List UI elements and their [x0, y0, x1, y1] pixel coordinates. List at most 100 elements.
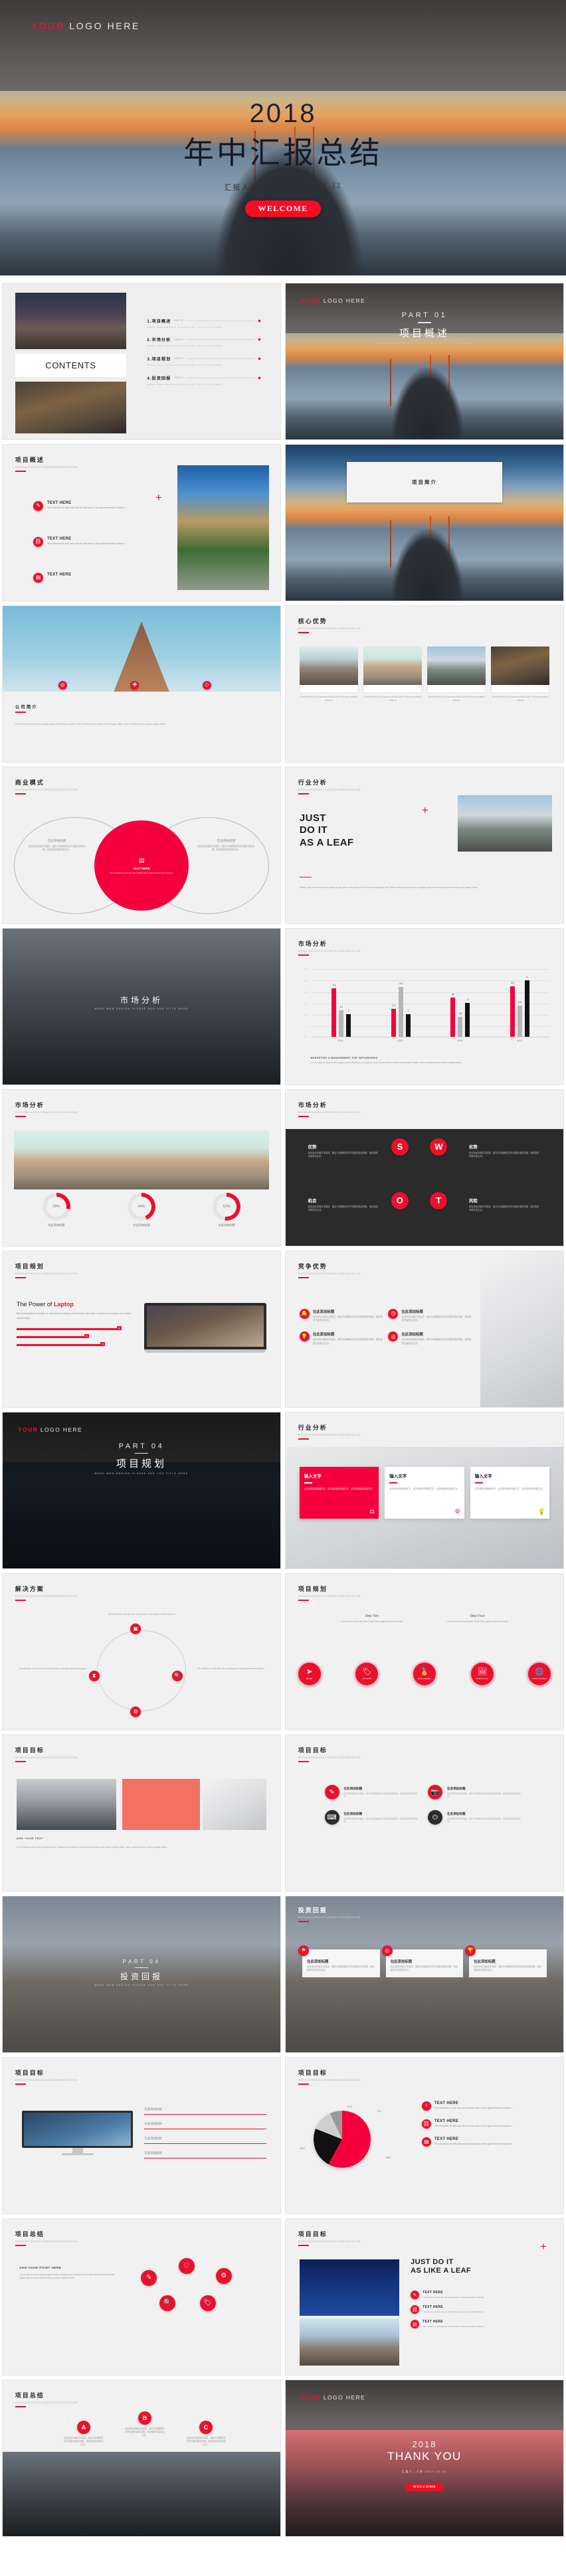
monitor-item[interactable]: 在此添加标题 — [144, 2122, 267, 2130]
road-card[interactable]: ◎ 在此添加标题 此处添加详细文本描述，建议与标题相关并符合整体语言风格，语言描… — [381, 1945, 464, 1978]
donut-item[interactable]: 52% 在此添加标题 — [213, 1193, 241, 1227]
monitor-item[interactable]: 在此添加标题 — [144, 2137, 267, 2145]
leaf-photo — [299, 2259, 400, 2316]
slide-overview-list[interactable]: 项目概述 MENGWENDESIGNMENGWENDESIGN + ✎ TEXT… — [3, 445, 280, 601]
balloon-icon[interactable]: ⚙ — [215, 2267, 232, 2284]
slide-icon-circles[interactable]: 项目目标 MENGWENDESIGNMENGWENDESIGN ✎ 在此添加标题… — [286, 1735, 563, 1891]
road-card[interactable]: ⚑ 在此添加标题 此处添加详细文本描述，建议与标题相关并符合整体语言风格，语言描… — [298, 1945, 380, 1978]
gear-icon[interactable]: ⚙ — [130, 1706, 142, 1717]
slide-photo-cards[interactable]: 核心优势 MENGWENDESIGNMENGWENDESIGN The inte… — [286, 606, 563, 762]
contents-item-1[interactable]: 1.项目概述 PART 01 ◆ MENG WEN DESIGN PLEASE … — [147, 318, 260, 329]
swot-circle-o[interactable]: O — [391, 1191, 409, 1209]
balloon-icon[interactable]: ♡ — [178, 2258, 195, 2275]
slide-photo-text[interactable]: 项目目标 MENGWENDESIGNMENGWENDESIGN ADD YOUR… — [3, 1735, 280, 1891]
swot-circle-s[interactable]: S — [391, 1138, 409, 1156]
slide-pyramid[interactable]: ◎ ✚ ◇ 公司简介 Lid est laborum dolo rumes fu… — [3, 606, 280, 762]
circle-icon-mid[interactable]: ✚ — [130, 680, 140, 690]
welcome-button[interactable]: WELCOME — [405, 2483, 444, 2492]
contents-item-2[interactable]: 2.市场分析 PART 02 ◆ MENG WEN DESIGN PLEASE … — [147, 337, 260, 348]
balloon-icon[interactable]: 🔍 — [159, 2295, 176, 2311]
circle-item[interactable]: ✎ 在此添加标题 此处添加详细文本描述，建议与标题相关并符合整体语言风格，语言描… — [324, 1785, 421, 1800]
overview-item-1[interactable]: ✎ TEXT HERE The intention to sell was se… — [33, 500, 144, 511]
slide-road-cards[interactable]: 投资回报 MENGWENDESIGNMENGWENDESIGN ⚑ 在此添加标题… — [286, 1896, 563, 2052]
circle-icon-left[interactable]: ◎ — [58, 680, 67, 690]
slide-divider-reward[interactable]: PART 04 投资回报 MENG WEN DESIGN PLEASE ADD … — [3, 1896, 280, 2052]
pie-legend-item[interactable]: ⚡ TEXT HERE The intention to sell was set… — [421, 2101, 549, 2111]
slide-intro-card[interactable]: 项目简介 — [286, 445, 563, 601]
donut-item[interactable]: 44% 在此添加标题 — [128, 1193, 155, 1227]
welcome-button[interactable]: WELCOME — [245, 200, 321, 218]
overview-item-2[interactable]: ⛓ TEXT HERE The intention to sell was se… — [33, 536, 144, 547]
slide-bar-chart[interactable]: 市场分析 MENGWENDESIGNMENGWENDESIGN 6 5 4 3 … — [286, 929, 563, 1085]
slide-cover[interactable]: YOUR LOGO HERE 2018 年中汇报总结 汇报人：小梦 2017.1… — [0, 0, 566, 275]
flag-icon: ⚑ — [298, 1945, 310, 1956]
leaf-item[interactable]: ▤ TEXT HERE The intention to sell was set… — [411, 2320, 549, 2329]
slide-swot[interactable]: 市场分析 MENGWENDESIGNMENGWENDESIGN 优势 此处添加详… — [286, 1090, 563, 1246]
y-tick: 4 — [305, 990, 306, 994]
photo-card[interactable]: The intention to sell was set out last y… — [491, 646, 550, 702]
slide-divider-plan[interactable]: YOUR LOGO HERE PART 04 项目规划 MENG WEN DES… — [3, 1412, 280, 1568]
slide-thankyou[interactable]: YOUR LOGO HERE 2018 THANK YOU 汇报人：小梦 201… — [286, 2380, 563, 2536]
chart-footer-title: MARKETING & MANAGEMENT FOR INFOGRAPHIC — [310, 1056, 378, 1059]
advantage-item[interactable]: 🔔 在此添加标题 此处添加详细文本描述，建议与标题相关并符合整体语言风格，语言描述… — [299, 1308, 383, 1323]
step-node[interactable]: 🖼 PORTFOLIO — [469, 1661, 495, 1687]
photo-card[interactable]: The intention to sell was set out last y… — [299, 646, 358, 702]
step-node[interactable]: ➤ BORN — [296, 1661, 322, 1687]
leaf-item[interactable]: ⛓ TEXT HERE The intention to sell was set… — [411, 2305, 549, 2314]
info-card[interactable]: 输入文字 点击添加关键标题文字，点击添加相关标题文字，点击添加相关标题文字。 ⚙ — [385, 1467, 464, 1519]
monitor-item[interactable]: 在此添加标题 — [144, 2151, 267, 2159]
abc-node-c[interactable]: C 此处添加详细文本描述，建议与标题相关并符合整体语言风格，语言描述尽量简洁生动… — [186, 2421, 226, 2447]
step-node[interactable]: 🏅 OUR AWARD — [412, 1661, 437, 1687]
slide-donuts[interactable]: 市场分析 MENGWENDESIGNMENGWENDESIGN 28% 在此添加… — [3, 1090, 280, 1246]
slide-industry-analysis[interactable]: 行业分析 MENGWENDESIGNMENGWENDESIGN + JUST D… — [286, 767, 563, 923]
slide-business-model[interactable]: 商业模式 MENGWENDESIGNMENGWENDESIGN ▤ TEXT H… — [3, 767, 280, 923]
monitor-mockup — [22, 2110, 134, 2155]
photo-card[interactable]: The intention to sell was set out last y… — [427, 646, 486, 702]
abc-node-b[interactable]: B 此处添加详细文本描述，建议与标题相关并符合整体语言风格，语言描述尽量简洁生动… — [125, 2411, 165, 2437]
slide-pie-chart[interactable]: 项目目标 MENGWENDESIGNMENGWENDESIGN 23% 58% … — [286, 2058, 563, 2214]
slide-abc-mountain[interactable]: 项目总结 MENGWENDESIGNMENGWENDESIGN A 此处添加详细… — [3, 2380, 280, 2536]
page-subtitle: MENGWENDESIGNMENGWENDESIGN — [298, 1594, 361, 1598]
contents-item-3[interactable]: 3.项目规划 PART 03 ◆ MENG WEN DESIGN PLEASE … — [147, 356, 260, 367]
search-icon[interactable]: 🔍 — [171, 1670, 183, 1681]
monitor-item[interactable]: 在此添加标题 — [144, 2107, 267, 2115]
slide-market-divider[interactable]: 市场分析 MENG WEN DESIGN PLEASE ADD YOU TITL… — [3, 929, 280, 1085]
slide-steps[interactable]: 项目规划 MENGWENDESIGNMENGWENDESIGN Step Two… — [286, 1574, 563, 1730]
pie-legend-item[interactable]: ▤ TEXT HERE The intention to sell was set… — [421, 2137, 549, 2147]
title-rule — [15, 2245, 26, 2247]
step-node[interactable]: 🌐 TURN GLOBAL — [527, 1661, 553, 1687]
circle-icon-right[interactable]: ◇ — [202, 680, 211, 690]
step-node[interactable]: 🏷 PRICING — [354, 1661, 380, 1687]
circle-item[interactable]: 📷 在此添加标题 此处添加详细文本描述，建议与标题相关并符合整体语言风格，语言描… — [428, 1785, 524, 1800]
swot-circle-t[interactable]: T — [430, 1191, 448, 1209]
slide-laptop[interactable]: 项目规划 MENGWENDESIGNMENGWENDESIGN The Powe… — [3, 1251, 280, 1407]
abc-node-a[interactable]: A 此处添加详细文本描述，建议与标题相关并符合整体语言风格，语言描述尽量简洁生动… — [64, 2421, 104, 2447]
road-card[interactable]: 🏆 在此添加标题 此处添加详细文本描述，建议与标题相关并符合整体语言风格，语言描… — [465, 1945, 547, 1978]
slide-goal-leaf[interactable]: 项目目标 MENGWENDESIGNMENGWENDESIGN + JUST D… — [286, 2219, 563, 2375]
swot-circle-w[interactable]: W — [430, 1138, 448, 1156]
circle-item[interactable]: ⏻ 在此添加标题 此处添加详细文本描述，建议与标题相关并符合整体语言风格，语言描… — [428, 1810, 524, 1825]
advantage-item[interactable]: ◷ 在此添加标题 此处添加详细文本描述，建议与标题相关并符合整体语言风格，语言描述… — [388, 1308, 472, 1323]
slide-three-cards[interactable]: 行业分析 MENGWENDESIGNMENGWENDESIGN 输入文字 点击添… — [286, 1412, 563, 1568]
hourglass-icon[interactable]: ⧗ — [88, 1670, 100, 1681]
info-card[interactable]: 输入文字 点击添加关键标题文字，点击添加相关标题文字，点击添加相关标题文字。 ⚖ — [299, 1467, 379, 1519]
advantage-item[interactable]: 💡 在此添加标题 此处添加详细文本描述，建议与标题相关并符合整体语言风格，语言描述… — [299, 1331, 383, 1345]
balloon-icon[interactable]: ✎ — [141, 2269, 157, 2286]
overview-item-3[interactable]: ▤ TEXT HERE — [33, 572, 144, 583]
donut-item[interactable]: 28% 在此添加标题 — [42, 1193, 70, 1227]
card-caption: The intention to sell was set out last y… — [363, 696, 422, 702]
advantage-item[interactable]: ◎ 在此添加标题 此处添加详细文本描述，建议与标题相关并符合整体语言风格，语言描述… — [388, 1331, 472, 1345]
pie-legend-item[interactable]: ⛓ TEXT HERE The intention to sell was set… — [421, 2119, 549, 2129]
balloon-icon[interactable]: 🏷 — [199, 2295, 216, 2311]
slide-monitor[interactable]: 项目目标 MENGWENDESIGNMENGWENDESIGN 在此添加标题 在… — [3, 2058, 280, 2214]
photo-card[interactable]: The intention to sell was set out last y… — [363, 646, 423, 702]
slide-balloons[interactable]: 项目总结 MENGWENDESIGNMENGWENDESIGN ADD YOUR… — [3, 2219, 280, 2375]
slide-competitive-advantage[interactable]: 竞争优势 MENGWENDESIGNMENGWENDESIGN 🔔 在此添加标题… — [286, 1251, 563, 1407]
slide-solution-cycle[interactable]: 解决方案 MENGWENDESIGNMENGWENDESIGN The inte… — [3, 1574, 280, 1730]
info-card[interactable]: 输入文字 点击添加关键标题文字，点击添加相关标题文字，点击添加相关标题文字。 💡 — [470, 1467, 550, 1519]
slide-contents[interactable]: CONTENTS 1.项目概述 PART 01 ◆ MENG WEN DESIG… — [3, 283, 280, 439]
circle-item[interactable]: ⌨ 在此添加标题 此处添加详细文本描述，建议与标题相关并符合整体语言风格，语言描… — [324, 1810, 421, 1825]
contents-item-4[interactable]: 4.投资回报 PART 04 ◆ MENG WEN DESIGN PLEASE … — [147, 375, 260, 386]
slide-divider-part01[interactable]: YOUR LOGO HERE PART 01 项目概述 MENG WEN DES… — [286, 283, 563, 439]
leaf-item[interactable]: ✎ TEXT HERE The intention to sell was set… — [411, 2291, 549, 2300]
